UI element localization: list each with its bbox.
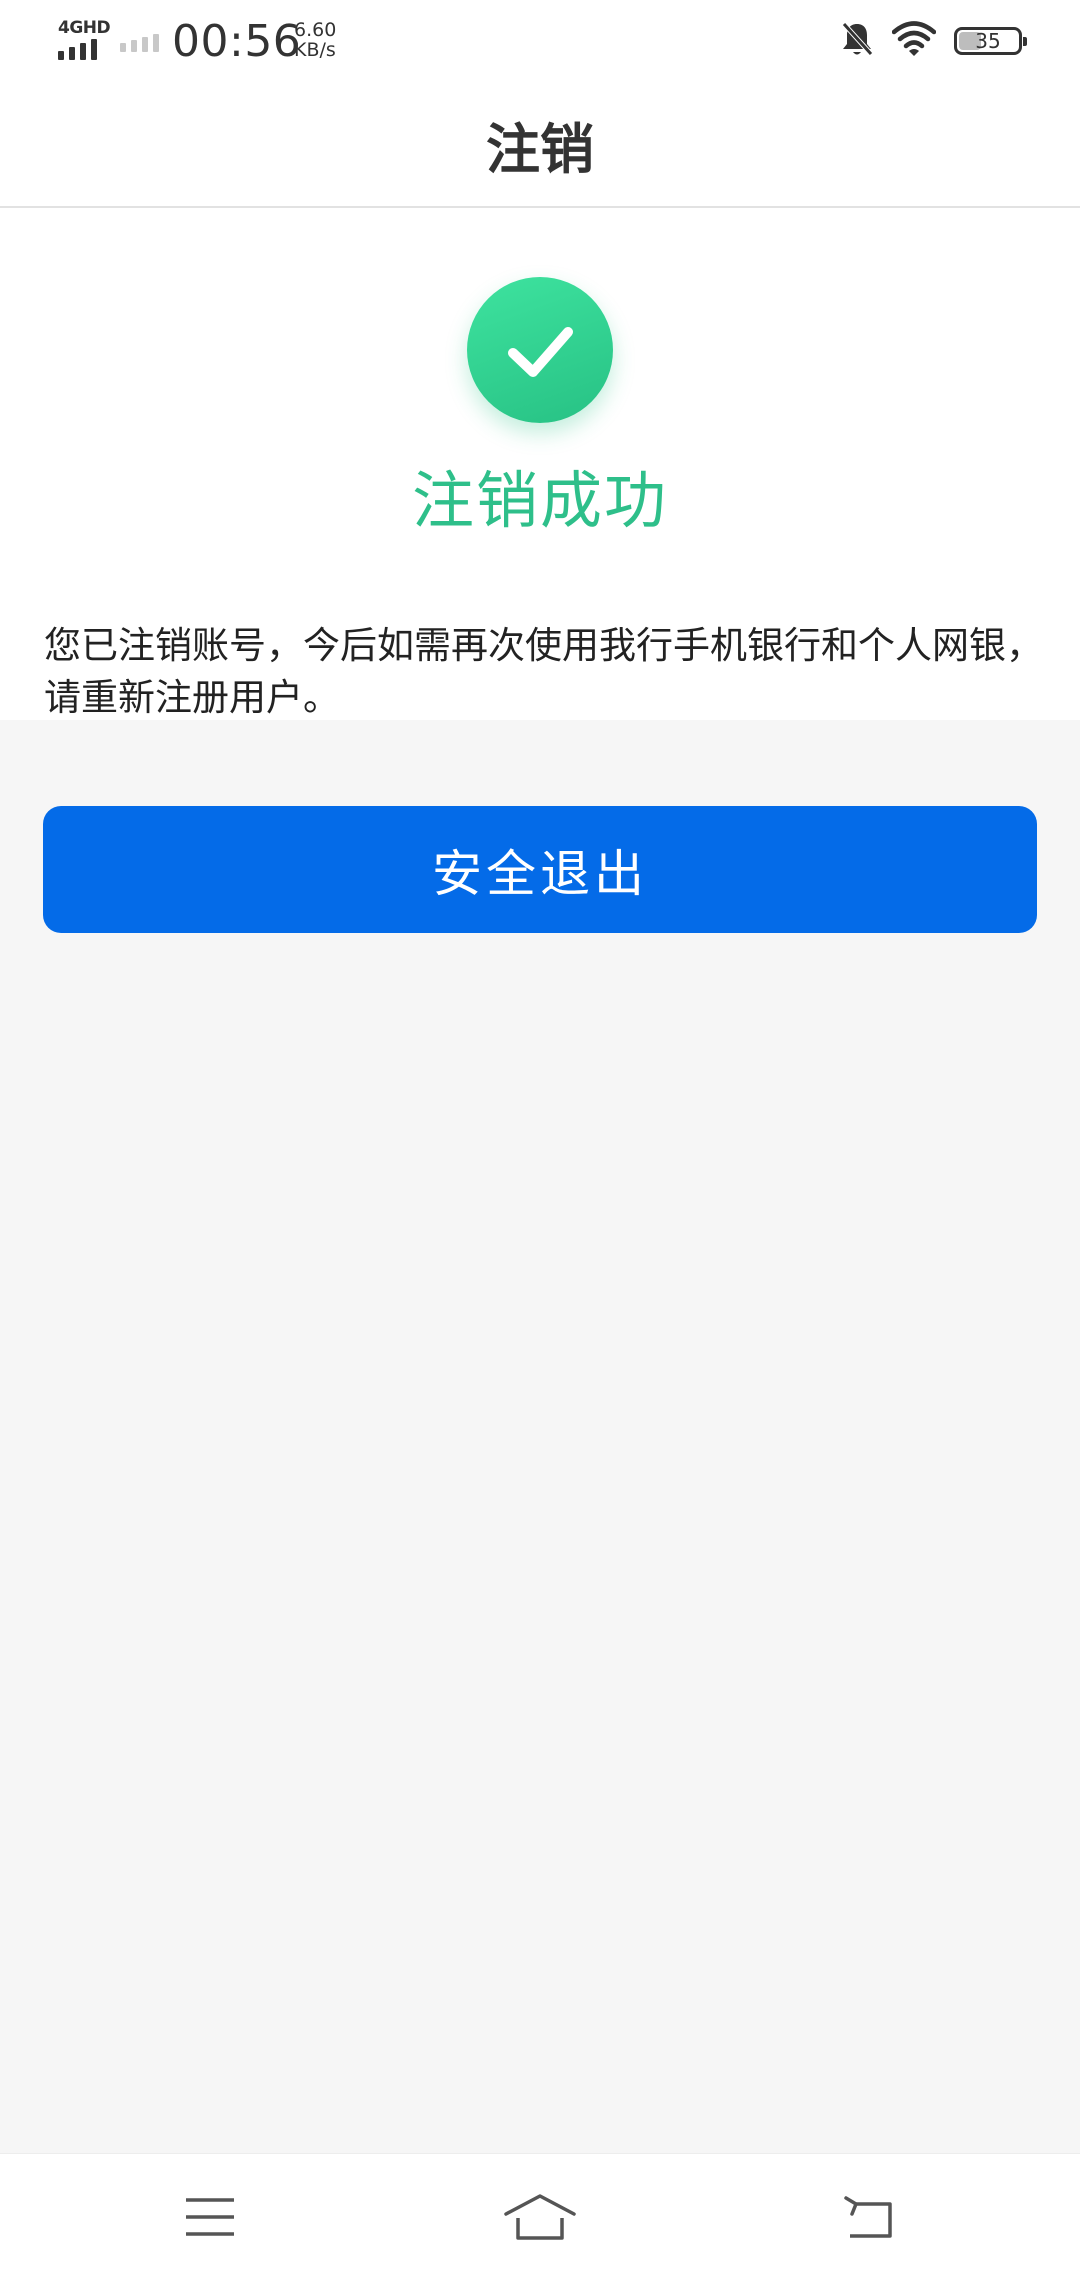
- network-speed-value: 6.60: [294, 19, 337, 41]
- safe-exit-button[interactable]: 安全退出: [43, 806, 1037, 933]
- page-title: 注销: [486, 117, 594, 181]
- mute-bell-icon: [840, 20, 874, 62]
- menu-icon: [186, 2198, 234, 2236]
- battery-level: 35: [975, 29, 1001, 53]
- status-time: 00:56: [172, 16, 302, 67]
- signal-icon: 4GHD: [58, 18, 111, 60]
- battery-icon: 35: [954, 27, 1027, 55]
- back-button[interactable]: [830, 2182, 910, 2252]
- home-button[interactable]: [500, 2182, 580, 2252]
- logout-success-screen: 4GHD 00:56 6.60 KB/s 35 注销 注销成功 您已注销账号，今…: [0, 0, 1080, 2280]
- result-message: 您已注销账号，今后如需再次使用我行手机银行和个人网银，请重新注册用户。: [44, 624, 1043, 719]
- network-speed-unit: KB/s: [294, 39, 336, 61]
- system-navigation-bar: [0, 2153, 1080, 2280]
- success-title: 注销成功: [411, 464, 668, 537]
- status-icons: 35: [840, 18, 1027, 64]
- back-icon: [844, 2196, 892, 2238]
- home-icon: [504, 2194, 576, 2240]
- result-panel: 注销成功 您已注销账号，今后如需再次使用我行手机银行和个人网银，请重新注册用户。: [0, 208, 1080, 720]
- menu-button[interactable]: [170, 2182, 250, 2252]
- page-header: 注销: [0, 82, 1080, 208]
- success-badge: [467, 277, 613, 423]
- network-speed: 6.60 KB/s: [294, 20, 336, 60]
- status-bar: 4GHD 00:56 6.60 KB/s 35: [0, 0, 1080, 82]
- wifi-icon: [891, 21, 937, 61]
- network-type: 4GHD: [58, 18, 111, 38]
- secondary-signal-icon: [120, 34, 159, 52]
- check-icon: [508, 327, 573, 377]
